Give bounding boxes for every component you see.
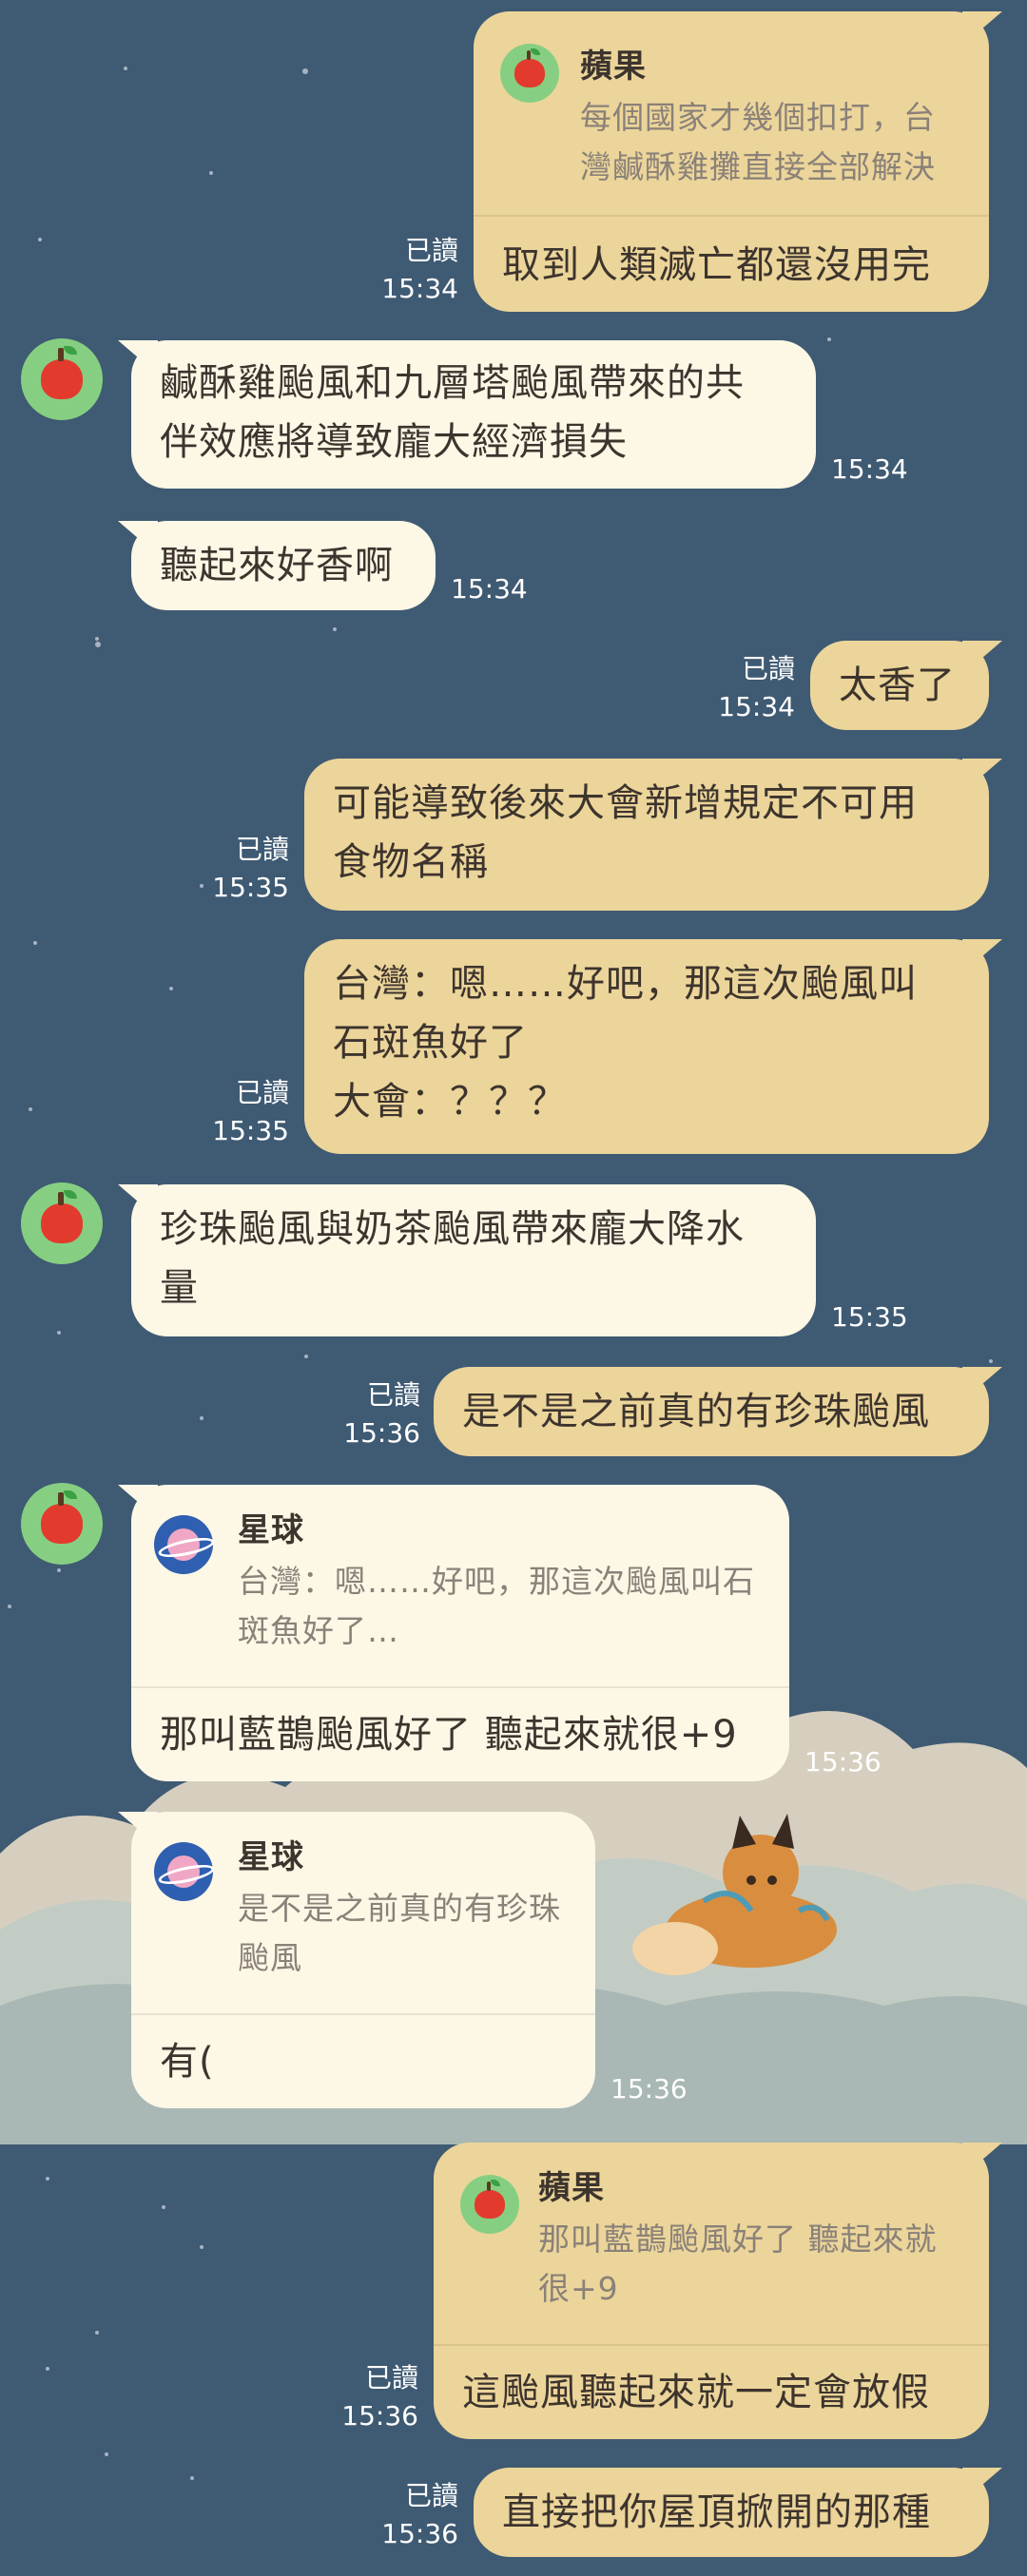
quote-text-line: 灣鹹酥雞攤直接全部解決 — [580, 148, 936, 185]
quote-sender-name: 星球 — [238, 1838, 304, 1876]
read-receipt: 已讀 — [235, 1077, 289, 1108]
apple-icon — [514, 48, 545, 87]
apple-icon — [475, 2180, 505, 2219]
quote-text-line: 那叫藍鵲颱風好了 聽起來就 — [538, 2220, 938, 2258]
message-text-line: 量 — [160, 1266, 199, 1310]
message-bubble-outgoing[interactable]: 直接把你屋頂掀開的那種 — [474, 2468, 989, 2557]
message-bubble-outgoing[interactable]: 太香了 — [810, 641, 989, 730]
quote-divider — [131, 1686, 789, 1688]
message-time: 15:36 — [381, 2518, 458, 2549]
message-bubble-incoming[interactable]: 鹹酥雞颱風和九層塔颱風帶來的共 伴效應將導致龐大經濟損失 — [131, 340, 816, 489]
message-text-line: 大會：？？？ — [333, 1080, 567, 1124]
message-text-line: 鹹酥雞颱風和九層塔颱風帶來的共 — [160, 361, 745, 405]
read-receipt: 已讀 — [404, 2480, 458, 2511]
message-text-line: 伴效應將導致龐大經濟損失 — [160, 420, 628, 464]
message-text-line: 珍珠颱風與奶茶颱風帶來龐大降水 — [160, 1207, 745, 1251]
message-bubble-outgoing[interactable]: 蘋果 那叫藍鵲颱風好了 聽起來就 很+9 這颱風聽起來就一定會放假 — [434, 2143, 989, 2439]
message-bubble-outgoing[interactable]: 可能導致後來大會新增規定不可用 食物名稱 — [304, 759, 989, 911]
quote-avatar — [154, 1842, 213, 1901]
contact-avatar[interactable] — [21, 1483, 103, 1565]
message-bubble-outgoing[interactable]: 蘋果 每個國家才幾個扣打，台 灣鹹酥雞攤直接全部解決 取到人類滅亡都還沒用完 — [474, 11, 989, 312]
message-text-line: 台灣：嗯……好吧，那這次颱風叫 — [333, 962, 918, 1006]
quote-avatar — [500, 44, 559, 103]
message-time: 15:34 — [718, 691, 795, 722]
read-receipt: 已讀 — [235, 834, 289, 865]
message-text: 取到人類滅亡都還沒用完 — [502, 243, 931, 287]
message-meta: 已讀 15:34 — [381, 232, 458, 308]
read-receipt: 已讀 — [404, 235, 458, 266]
message-meta: 已讀 15:36 — [343, 1376, 420, 1452]
message-meta: 已讀 15:35 — [212, 831, 289, 907]
apple-icon — [41, 1490, 83, 1544]
message-bubble-incoming[interactable]: 星球 是不是之前真的有珍珠 颱風 有( — [131, 1812, 595, 2108]
planet-icon — [167, 1855, 200, 1888]
message-meta: 已讀 15:36 — [381, 2477, 458, 2553]
message-time: 15:34 — [381, 273, 458, 304]
quote-text-line: 台灣：嗯……好吧，那這次颱風叫石 — [238, 1563, 755, 1600]
quote-sender-name: 蘋果 — [538, 2169, 605, 2207]
message-bubble-outgoing[interactable]: 是不是之前真的有珍珠颱風 — [434, 1367, 989, 1456]
quote-text-line: 斑魚好了… — [238, 1612, 399, 1649]
message-time: 15:34 — [831, 453, 908, 485]
message-text: 直接把你屋頂掀開的那種 — [502, 2490, 931, 2534]
message-time: 15:36 — [804, 1746, 882, 1778]
message-text-line: 石斑魚好了 — [333, 1021, 528, 1065]
message-time: 15:35 — [831, 1301, 908, 1333]
message-meta: 已讀 15:36 — [341, 2359, 418, 2435]
quote-avatar — [154, 1515, 213, 1574]
quote-sender-name: 蘋果 — [580, 48, 647, 86]
read-receipt: 已讀 — [741, 653, 795, 684]
message-time: 15:36 — [343, 1417, 420, 1449]
message-time: 15:34 — [451, 573, 528, 605]
quote-divider — [131, 2013, 595, 2015]
message-text-line: 可能導致後來大會新增規定不可用 — [333, 781, 918, 825]
message-text: 聽起來好香啊 — [160, 544, 394, 587]
message-bubble-incoming[interactable]: 珍珠颱風與奶茶颱風帶來龐大降水 量 — [131, 1184, 816, 1336]
message-bubble-incoming[interactable]: 星球 台灣：嗯……好吧，那這次颱風叫石 斑魚好了… 那叫藍鵲颱風好了 聽起來就很… — [131, 1485, 789, 1781]
quote-text-line: 很+9 — [538, 2270, 619, 2307]
quote-text-line: 是不是之前真的有珍珠 — [238, 1890, 561, 1927]
message-time: 15:36 — [341, 2400, 418, 2432]
message-time: 15:35 — [212, 1115, 289, 1146]
quote-avatar — [460, 2175, 519, 2234]
apple-icon — [41, 346, 83, 399]
read-receipt: 已讀 — [364, 2362, 418, 2393]
planet-icon — [167, 1528, 200, 1561]
message-text: 太香了 — [839, 663, 956, 707]
message-text: 那叫藍鵲颱風好了 聽起來就很+9 — [160, 1713, 738, 1757]
apple-icon — [41, 1190, 83, 1243]
message-text: 這颱風聽起來就一定會放假 — [462, 2371, 930, 2414]
quote-divider — [474, 215, 989, 217]
message-time: 15:36 — [610, 2073, 688, 2105]
message-meta: 已讀 15:35 — [212, 1074, 289, 1150]
contact-avatar[interactable] — [21, 1182, 103, 1264]
message-time: 15:35 — [212, 872, 289, 903]
message-text-line: 食物名稱 — [333, 840, 489, 884]
message-meta: 已讀 15:34 — [718, 650, 795, 726]
read-receipt: 已讀 — [366, 1379, 420, 1411]
message-text: 是不是之前真的有珍珠颱風 — [462, 1390, 930, 1433]
quote-text-line: 颱風 — [238, 1939, 302, 1976]
message-bubble-incoming[interactable]: 聽起來好香啊 — [131, 521, 436, 610]
contact-avatar[interactable] — [21, 338, 103, 420]
quote-sender-name: 星球 — [238, 1511, 304, 1549]
message-text: 有( — [160, 2040, 215, 2084]
quote-text-line: 每個國家才幾個扣打，台 — [580, 99, 936, 136]
message-bubble-outgoing[interactable]: 台灣：嗯……好吧，那這次颱風叫 石斑魚好了 大會：？？？ — [304, 939, 989, 1154]
quote-divider — [434, 2344, 989, 2346]
